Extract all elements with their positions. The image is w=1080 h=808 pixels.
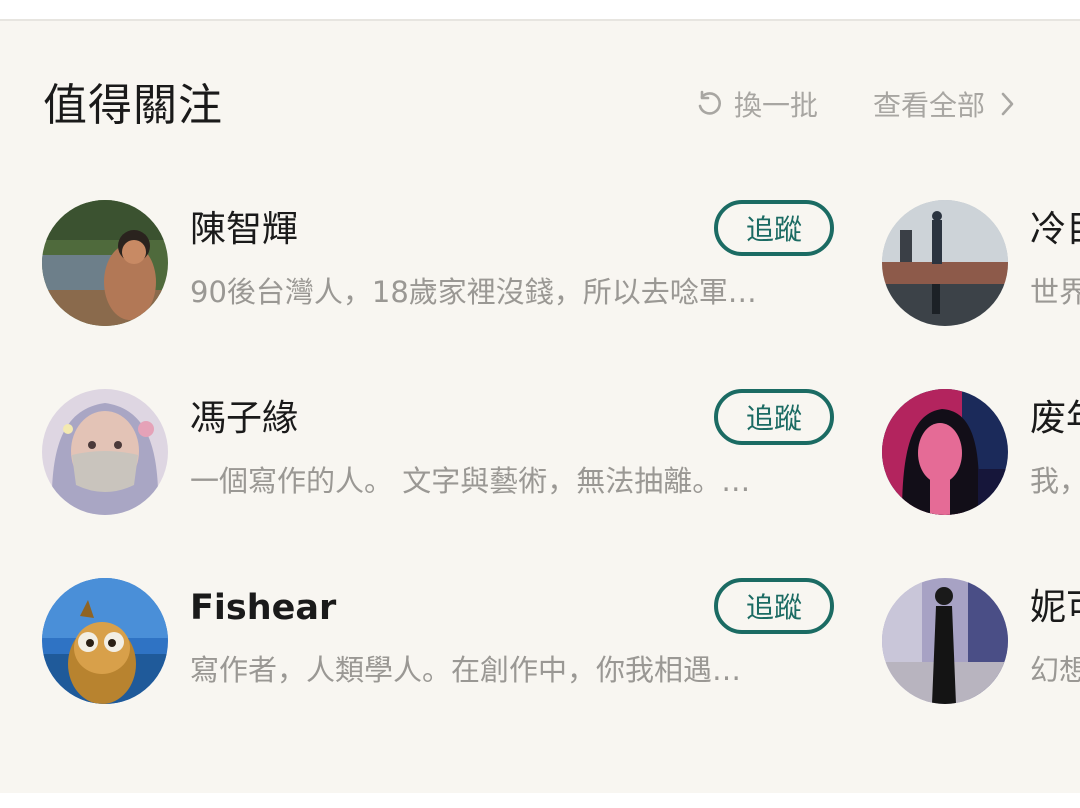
user-card[interactable]: 妮可 幻想 (882, 578, 1080, 706)
user-name[interactable]: 冷目 (1030, 208, 1080, 252)
user-name[interactable]: 馮子緣 (190, 397, 298, 441)
view-all-link[interactable]: 查看全部 (873, 84, 1017, 124)
chevron-right-icon (999, 91, 1017, 117)
user-card[interactable]: 馮子緣 一個寫作的人。 文字與藝術，無法抽離。… 追蹤 (42, 389, 842, 517)
user-card[interactable]: 冷目 世界 (882, 200, 1080, 328)
section-title: 值得關注 (43, 80, 223, 131)
user-card[interactable]: 陳智輝 90後台灣人，18歲家裡沒錢，所以去唸軍… 追蹤 (42, 200, 842, 328)
user-bio: 幻想 (1030, 653, 1080, 687)
user-bio: 90後台灣人，18歲家裡沒錢，所以去唸軍… (190, 275, 757, 309)
user-bio: 世界 (1030, 275, 1080, 309)
refresh-icon (694, 89, 724, 119)
refresh-label: 換一批 (734, 89, 819, 122)
follow-button[interactable]: 追蹤 (714, 200, 834, 256)
avatar[interactable] (42, 200, 168, 326)
user-name[interactable]: 陳智輝 (190, 208, 298, 252)
user-name[interactable]: 妮可 (1030, 586, 1080, 630)
user-card[interactable]: Fishear 寫作者，人類學人。在創作中，你我相遇… 追蹤 (42, 578, 842, 706)
avatar[interactable] (882, 200, 1008, 326)
bottom-strip (0, 793, 1080, 808)
follow-button[interactable]: 追蹤 (714, 578, 834, 634)
avatar[interactable] (42, 578, 168, 704)
user-bio: 我， (1030, 464, 1080, 498)
top-bar (0, 0, 1080, 21)
refresh-button[interactable]: 換一批 (694, 84, 818, 124)
user-bio: 寫作者，人類學人。在創作中，你我相遇… (190, 653, 742, 687)
user-name[interactable]: Fishear (190, 586, 336, 630)
user-name[interactable]: 废年 (1030, 397, 1080, 441)
view-all-label: 查看全部 (873, 89, 986, 122)
follow-button[interactable]: 追蹤 (714, 389, 834, 445)
avatar[interactable] (882, 578, 1008, 704)
user-bio: 一個寫作的人。 文字與藝術，無法抽離。… (190, 464, 751, 498)
user-card[interactable]: 废年 我， (882, 389, 1080, 517)
avatar[interactable] (42, 389, 168, 515)
recommended-users-section: 值得關注 換一批 查看全部 陳智輝 90後台灣人，18歲家裡沒錢，所以去唸軍… … (0, 21, 1080, 793)
avatar[interactable] (882, 389, 1008, 515)
